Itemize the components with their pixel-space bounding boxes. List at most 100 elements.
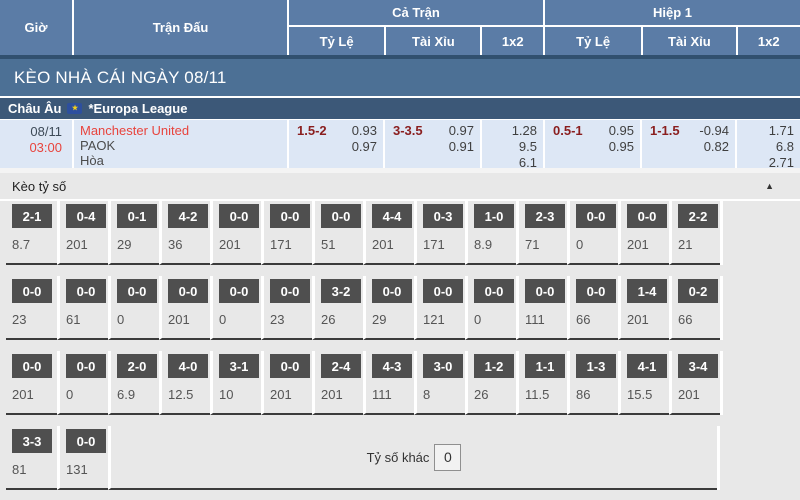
odds-value[interactable]: 0.91	[449, 139, 474, 155]
score-cell[interactable]: 4-115.5	[618, 351, 669, 415]
score-box[interactable]: 0-1	[117, 204, 157, 228]
odds-full-handicap[interactable]: 1.5-2 0.93 0.97	[287, 120, 383, 168]
score-box[interactable]: 0-0	[321, 204, 361, 228]
score-cell[interactable]: 0-0201	[159, 276, 210, 340]
score-cell[interactable]: 0-051	[312, 201, 363, 265]
score-cell[interactable]: 0-4201	[57, 201, 108, 265]
score-box[interactable]: 0-0	[423, 279, 463, 303]
score-box[interactable]: 0-0	[117, 279, 157, 303]
score-box[interactable]: 2-3	[525, 204, 565, 228]
score-box[interactable]: 0-0	[525, 279, 565, 303]
score-box[interactable]: 0-0	[66, 279, 106, 303]
odds-value[interactable]: 6.8	[737, 139, 794, 155]
score-box[interactable]: 1-2	[474, 354, 514, 378]
home-team[interactable]: Manchester United	[80, 123, 287, 138]
score-cell[interactable]: 3-08	[414, 351, 465, 415]
score-cell[interactable]: 1-386	[567, 351, 618, 415]
score-cell[interactable]: 3-381	[6, 426, 57, 490]
score-box[interactable]: 0-4	[66, 204, 106, 228]
score-cell[interactable]: 3-4201	[669, 351, 720, 415]
score-cell[interactable]: 0-0121	[414, 276, 465, 340]
score-box[interactable]: 0-0	[12, 354, 52, 378]
away-team[interactable]: PAOK	[80, 138, 287, 153]
score-cell[interactable]: 1-4201	[618, 276, 669, 340]
score-box[interactable]: 0-0	[576, 279, 616, 303]
odds-value[interactable]: 2.71	[737, 155, 794, 171]
score-box[interactable]: 0-0	[270, 279, 310, 303]
odds-value[interactable]: 0.82	[699, 139, 729, 155]
score-box[interactable]: 0-0	[270, 354, 310, 378]
odds-h1-1x2[interactable]: 1.71 6.8 2.71	[735, 120, 800, 168]
score-box[interactable]: 3-3	[12, 429, 52, 453]
odds-value[interactable]: 0.97	[449, 123, 474, 139]
score-box[interactable]: 0-0	[219, 204, 259, 228]
score-box[interactable]: 4-1	[627, 354, 667, 378]
score-cell[interactable]: 3-110	[210, 351, 261, 415]
score-box[interactable]: 0-0	[12, 279, 52, 303]
odds-value[interactable]: -0.94	[699, 123, 729, 139]
score-box[interactable]: 1-4	[627, 279, 667, 303]
odds-full-1x2[interactable]: 1.28 9.5 6.1	[480, 120, 543, 168]
score-cell[interactable]: 1-08.9	[465, 201, 516, 265]
score-box[interactable]: 4-0	[168, 354, 208, 378]
odds-value[interactable]: 6.1	[482, 155, 537, 171]
score-box[interactable]: 0-0	[219, 279, 259, 303]
odds-value[interactable]: 0.95	[609, 123, 634, 139]
score-box[interactable]: 2-1	[12, 204, 52, 228]
collapse-icon[interactable]: ▲	[765, 181, 774, 191]
score-cell[interactable]: 0-0201	[6, 351, 57, 415]
odds-value[interactable]: 0.95	[609, 139, 634, 155]
score-cell[interactable]: 0-00	[57, 351, 108, 415]
score-cell[interactable]: 0-3171	[414, 201, 465, 265]
odds-value[interactable]: 9.5	[482, 139, 537, 155]
score-box[interactable]: 4-2	[168, 204, 208, 228]
score-box[interactable]: 3-0	[423, 354, 463, 378]
score-cell[interactable]: 0-0171	[261, 201, 312, 265]
score-cell[interactable]: 0-00	[210, 276, 261, 340]
score-cell[interactable]: 4-3111	[363, 351, 414, 415]
score-box[interactable]: 0-0	[627, 204, 667, 228]
score-cell[interactable]: 0-023	[261, 276, 312, 340]
score-cell[interactable]: 2-371	[516, 201, 567, 265]
score-box[interactable]: 1-0	[474, 204, 514, 228]
score-box[interactable]: 0-0	[168, 279, 208, 303]
score-box[interactable]: 0-2	[678, 279, 718, 303]
score-box[interactable]: 3-1	[219, 354, 259, 378]
score-box[interactable]: 0-0	[66, 354, 106, 378]
score-box[interactable]: 0-0	[474, 279, 514, 303]
score-cell[interactable]: 0-029	[363, 276, 414, 340]
odds-full-overunder[interactable]: 3-3.5 0.97 0.91	[383, 120, 480, 168]
score-cell[interactable]: 4-012.5	[159, 351, 210, 415]
score-cell[interactable]: 0-066	[567, 276, 618, 340]
score-cell[interactable]: 0-0201	[618, 201, 669, 265]
score-cell[interactable]: 0-129	[108, 201, 159, 265]
score-cell[interactable]: 0-00	[465, 276, 516, 340]
score-box[interactable]: 2-4	[321, 354, 361, 378]
odds-value[interactable]: 0.97	[352, 139, 377, 155]
score-cell[interactable]: 2-221	[669, 201, 720, 265]
odds-value[interactable]: 1.71	[737, 123, 794, 139]
score-box[interactable]: 0-3	[423, 204, 463, 228]
score-cell[interactable]: 2-18.7	[6, 201, 57, 265]
score-cell[interactable]: 0-0201	[210, 201, 261, 265]
score-box[interactable]: 1-3	[576, 354, 616, 378]
odds-h1-overunder[interactable]: 1-1.5 -0.94 0.82	[640, 120, 735, 168]
league-bar[interactable]: Châu Âu ★ *Europa League	[0, 96, 800, 120]
match-teams[interactable]: Manchester United PAOK Hòa	[72, 120, 287, 168]
odds-value[interactable]: 0.93	[352, 123, 377, 139]
score-cell[interactable]: 0-023	[6, 276, 57, 340]
odds-h1-handicap[interactable]: 0.5-1 0.95 0.95	[543, 120, 640, 168]
score-cell[interactable]: 0-0131	[57, 426, 108, 490]
score-box[interactable]: 2-2	[678, 204, 718, 228]
score-cell[interactable]: 1-226	[465, 351, 516, 415]
score-cell[interactable]: 2-06.9	[108, 351, 159, 415]
score-box[interactable]: 4-4	[372, 204, 412, 228]
score-box[interactable]: 1-1	[525, 354, 565, 378]
score-box[interactable]: 0-0	[270, 204, 310, 228]
score-box[interactable]: 3-4	[678, 354, 718, 378]
score-box[interactable]: 3-2	[321, 279, 361, 303]
score-cell[interactable]: 0-00	[108, 276, 159, 340]
other-score-input[interactable]	[434, 444, 461, 471]
score-cell[interactable]: 4-236	[159, 201, 210, 265]
score-cell[interactable]: 1-111.5	[516, 351, 567, 415]
